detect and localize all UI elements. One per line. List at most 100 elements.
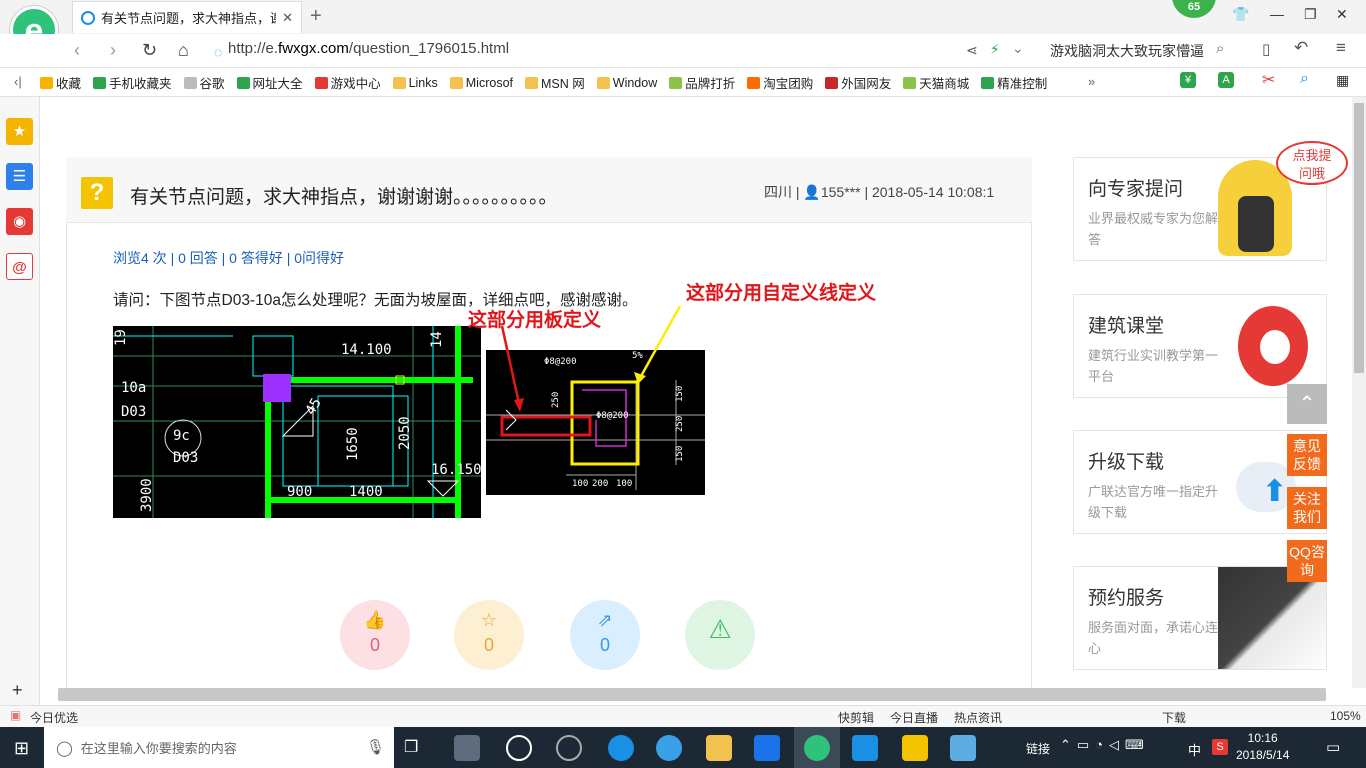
dropdown-icon[interactable]: ⌄ — [1012, 40, 1024, 57]
back-icon[interactable]: ‹ — [74, 40, 80, 61]
search-icon[interactable]: ⌕ — [1216, 40, 1224, 57]
mobile-icon[interactable]: ▯ — [1262, 40, 1270, 58]
share-button[interactable]: ⇗ 0 — [570, 600, 640, 670]
maximize-button[interactable]: ❐ — [1304, 6, 1317, 23]
taskbar-search[interactable]: ◯ 在这里输入你要搜索的内容 — [44, 727, 394, 768]
notes-app-icon[interactable] — [902, 735, 928, 761]
start-icon[interactable]: ⊞ — [14, 738, 29, 759]
quick-cut-link[interactable]: 快剪辑 — [838, 709, 874, 726]
close-tab-icon[interactable]: ✕ — [282, 10, 293, 26]
bookmark-item[interactable]: MSN 网 — [525, 73, 585, 92]
menu-icon[interactable]: ≡ — [1336, 38, 1346, 58]
bookmark-item[interactable]: 品牌打折 — [669, 73, 735, 92]
forward-icon[interactable]: › — [110, 40, 116, 61]
bookmark-item[interactable]: 谷歌 — [183, 73, 225, 92]
refresh-icon[interactable]: ↻ — [142, 40, 157, 61]
card-subtitle: 广联达官方唯一指定升级下载 — [1088, 484, 1219, 520]
bookmark-item[interactable]: 精准控制 — [981, 73, 1047, 92]
payment-icon[interactable]: ¥ — [1180, 72, 1196, 88]
tray-links[interactable]: 链接 — [1026, 740, 1050, 757]
tray-icons[interactable]: ⌃▭◔◁⌨ — [1060, 737, 1150, 753]
hot-news-link[interactable]: 热点资讯 — [954, 709, 1002, 726]
mail-icon[interactable]: @ — [6, 253, 33, 280]
news-icon[interactable]: ☰ — [6, 163, 33, 190]
cad1-label: 19 — [113, 329, 129, 346]
bookmark-label: 淘宝团购 — [763, 77, 814, 91]
apps-icon[interactable]: ▦ — [1336, 72, 1349, 89]
bookmark-item[interactable]: Window — [596, 76, 657, 90]
task-view-icon[interactable]: ❐ — [404, 737, 418, 757]
mic-icon[interactable]: 🎙 — [366, 738, 385, 756]
g-app-icon[interactable] — [754, 735, 780, 761]
ie-icon[interactable] — [656, 735, 682, 761]
360-browser-icon[interactable] — [804, 735, 830, 761]
cad2-label: 200 — [592, 479, 608, 489]
skin-icon[interactable]: 👕 — [1232, 6, 1249, 23]
pinwheel-app-icon[interactable] — [454, 735, 480, 761]
clock-date: 2018/5/14 — [1236, 748, 1290, 762]
zoom-level[interactable]: 105% — [1330, 709, 1361, 723]
cad1-label: 2050 — [397, 416, 413, 450]
swirl-app-icon[interactable] — [556, 735, 582, 761]
follow-us-button[interactable]: 关注我们 — [1287, 487, 1327, 529]
browser-tab[interactable]: 有关节点问题，求大神指点，谢谢 ✕ — [72, 1, 302, 33]
cad-drawing-plan[interactable]: 19 14.100 10a D03 9c D03 1650 2050 3900 … — [113, 326, 481, 518]
question-stats[interactable]: 浏览4 次 | 0 回答 | 0 答得好 | 0问得好 — [113, 248, 344, 268]
address-input[interactable]: http://e.fwxgx.com/question_1796015.html — [228, 40, 509, 57]
add-sidebar-icon[interactable]: + — [12, 680, 23, 701]
minimize-button[interactable]: — — [1270, 6, 1284, 22]
qq-consult-button[interactable]: QQ咨询 — [1287, 540, 1327, 582]
edge-icon[interactable] — [608, 735, 634, 761]
photo-app-icon[interactable] — [950, 735, 976, 761]
notification-icon[interactable]: ▭ — [1326, 738, 1340, 756]
ime-indicator[interactable]: 中 — [1188, 740, 1201, 759]
bookmark-item[interactable]: 收藏 — [40, 73, 81, 92]
magnifier-icon[interactable]: ⌕ — [1300, 70, 1309, 88]
bookmark-item[interactable]: 网址大全 — [236, 73, 303, 92]
cad1-label: 3900 — [139, 478, 155, 512]
bookmark-item[interactable]: 游戏中心 — [314, 73, 381, 92]
card-title: 预约服务 — [1088, 588, 1165, 609]
new-tab-button[interactable]: + — [310, 5, 322, 28]
scissors-icon[interactable]: ✂ — [1262, 70, 1275, 90]
undo-icon[interactable]: ↶ — [1294, 38, 1308, 58]
bookmark-item[interactable]: 外国网友 — [825, 73, 891, 92]
taskbar-clock[interactable]: 10:16 2018/5/14 — [1236, 730, 1289, 764]
cad1-label: 10a — [121, 380, 146, 396]
ask-bubble[interactable]: 点我提问哦 — [1276, 141, 1348, 185]
bookmarks-more[interactable]: » — [1088, 74, 1095, 89]
back-to-top-button[interactable]: ⌃ — [1287, 384, 1327, 424]
favorite-button[interactable]: ☆ 0 — [454, 600, 524, 670]
home-icon[interactable]: ⌂ — [178, 40, 189, 61]
cad1-label: 1650 — [345, 427, 361, 461]
plus-app-icon[interactable] — [852, 735, 878, 761]
bookmark-item[interactable]: Links — [392, 76, 438, 90]
vertical-scroll-thumb[interactable] — [1354, 103, 1364, 373]
lightning-icon[interactable]: ⚡ — [990, 41, 1000, 58]
clock-time: 10:16 — [1247, 731, 1278, 745]
search-input[interactable]: 游戏脑洞太大致玩家懵逼 — [1050, 41, 1204, 61]
star-icon: ☆ — [480, 610, 498, 630]
live-link[interactable]: 今日直播 — [890, 709, 938, 726]
status-items: 快剪辑 今日直播 热点资讯 — [838, 709, 1002, 726]
bookmark-item[interactable]: 天猫商城 — [903, 73, 969, 92]
favorites-icon[interactable]: ★ — [6, 118, 33, 145]
feedback-button[interactable]: 意见反馈 — [1287, 434, 1327, 476]
browser-e-app-icon[interactable] — [506, 735, 532, 761]
bookmark-item[interactable]: Microsof — [449, 76, 513, 90]
like-button[interactable]: 👍 0 — [340, 600, 410, 670]
daily-picks[interactable]: 今日优选 — [30, 709, 78, 726]
translate-icon[interactable]: A — [1218, 72, 1234, 88]
horizontal-scrollbar[interactable] — [58, 688, 1326, 701]
weibo-icon[interactable]: ◉ — [6, 208, 33, 235]
collapse-sidebar-icon[interactable]: ‹| — [14, 74, 22, 89]
share-page-icon[interactable]: ⋖ — [966, 42, 978, 59]
report-button[interactable]: ⚠ — [685, 600, 755, 670]
bookmark-item[interactable]: 淘宝团购 — [747, 73, 813, 92]
sogou-icon[interactable]: S — [1212, 739, 1228, 755]
bookmark-icon — [93, 76, 107, 89]
close-window-button[interactable]: ✕ — [1336, 6, 1348, 23]
download-link[interactable]: 下载 — [1162, 709, 1186, 726]
bookmark-item[interactable]: 手机收藏夹 — [93, 73, 172, 92]
file-explorer-icon[interactable] — [706, 735, 732, 761]
